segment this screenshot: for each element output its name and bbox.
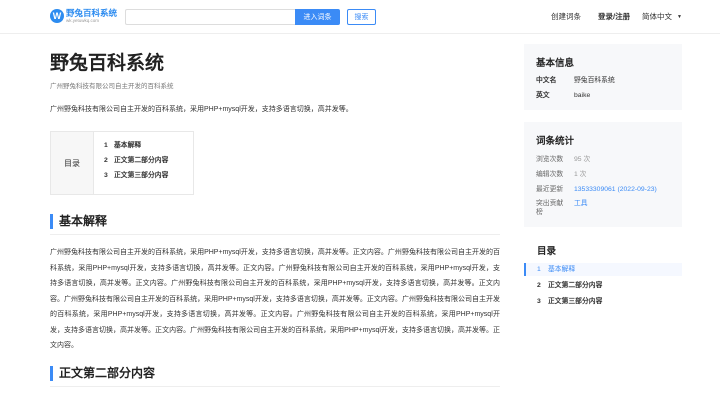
search-button[interactable]: 搜索: [347, 9, 376, 25]
search-input[interactable]: [125, 9, 295, 25]
sidebar-toc-item-part3[interactable]: 3 正文第三部分内容: [524, 295, 682, 308]
page-title: 野兔百科系统: [50, 53, 165, 74]
stat-contributors: 突出贡献榜 工具: [536, 199, 588, 217]
section-divider: [50, 234, 500, 235]
language-selector[interactable]: 简体中文 ▼: [642, 11, 682, 22]
create-entry-link[interactable]: 创建词条: [551, 11, 581, 22]
section-heading-part2: 正文第二部分内容: [50, 366, 155, 381]
section-body-text: 广州野兔科技有限公司自主开发的百科系统，采用PHP+mysql开发，支持多语言切…: [50, 249, 500, 349]
page-subtitle: 广州野兔科技有限公司自主开发的百科系统: [50, 83, 174, 90]
site-logo[interactable]: W 野兔百科系统 wk.yetuwkq.com: [50, 9, 117, 23]
info-row: 英文 baike: [536, 92, 591, 99]
updated-user-link[interactable]: 13533309061 (2022-09-23): [574, 185, 657, 194]
stat-updated: 最近更新 13533309061 (2022-09-23): [536, 185, 657, 194]
sidebar-toc-item-basic[interactable]: 1 基本解释: [524, 263, 682, 276]
rabbit-logo-icon: W: [50, 9, 64, 23]
stat-edits: 编辑次数 1 次: [536, 171, 587, 178]
sidebar-toc-item-part2[interactable]: 2 正文第二部分内容: [524, 279, 682, 292]
section-heading-basic: 基本解释: [50, 214, 107, 229]
article-intro: 广州野兔科技有限公司自主开发的百科系统，采用PHP+mysql开发，支持多语言切…: [50, 106, 353, 113]
language-label: 简体中文: [642, 12, 672, 21]
basic-info-card: 基本信息 中文名 野兔百科系统 英文 baike: [524, 44, 682, 110]
basic-info-title: 基本信息: [536, 58, 575, 69]
info-row: 中文名 野兔百科系统: [536, 77, 615, 84]
entry-stats-card: 词条统计 浏览次数 95 次 编辑次数 1 次 最近更新 13533309061…: [524, 122, 682, 227]
chevron-down-icon: ▼: [677, 13, 682, 20]
contributor-link[interactable]: 工具: [574, 199, 588, 217]
stats-title: 词条统计: [536, 136, 575, 147]
section-divider: [50, 386, 500, 387]
toc-item[interactable]: 2 正文第二部分内容: [104, 156, 168, 171]
article-toc: 目录 1 基本解释 2 正文第二部分内容 3 正文第三部分内容: [50, 131, 194, 195]
logo-subtitle: wk.yetuwkq.com: [66, 17, 100, 23]
toc-item[interactable]: 3 正文第三部分内容: [104, 171, 168, 186]
sidebar-toc-title: 目录: [537, 246, 557, 257]
stat-views: 浏览次数 95 次: [536, 156, 591, 163]
top-bar: W 野兔百科系统 wk.yetuwkq.com 进入词条 搜索 创建词条 登录/…: [0, 0, 720, 34]
login-register-link[interactable]: 登录/注册: [598, 11, 630, 22]
toc-item[interactable]: 1 基本解释: [104, 141, 168, 156]
enter-entry-button[interactable]: 进入词条: [295, 9, 340, 25]
toc-label: 目录: [51, 132, 94, 194]
logo-title: 野兔百科系统: [66, 8, 118, 18]
